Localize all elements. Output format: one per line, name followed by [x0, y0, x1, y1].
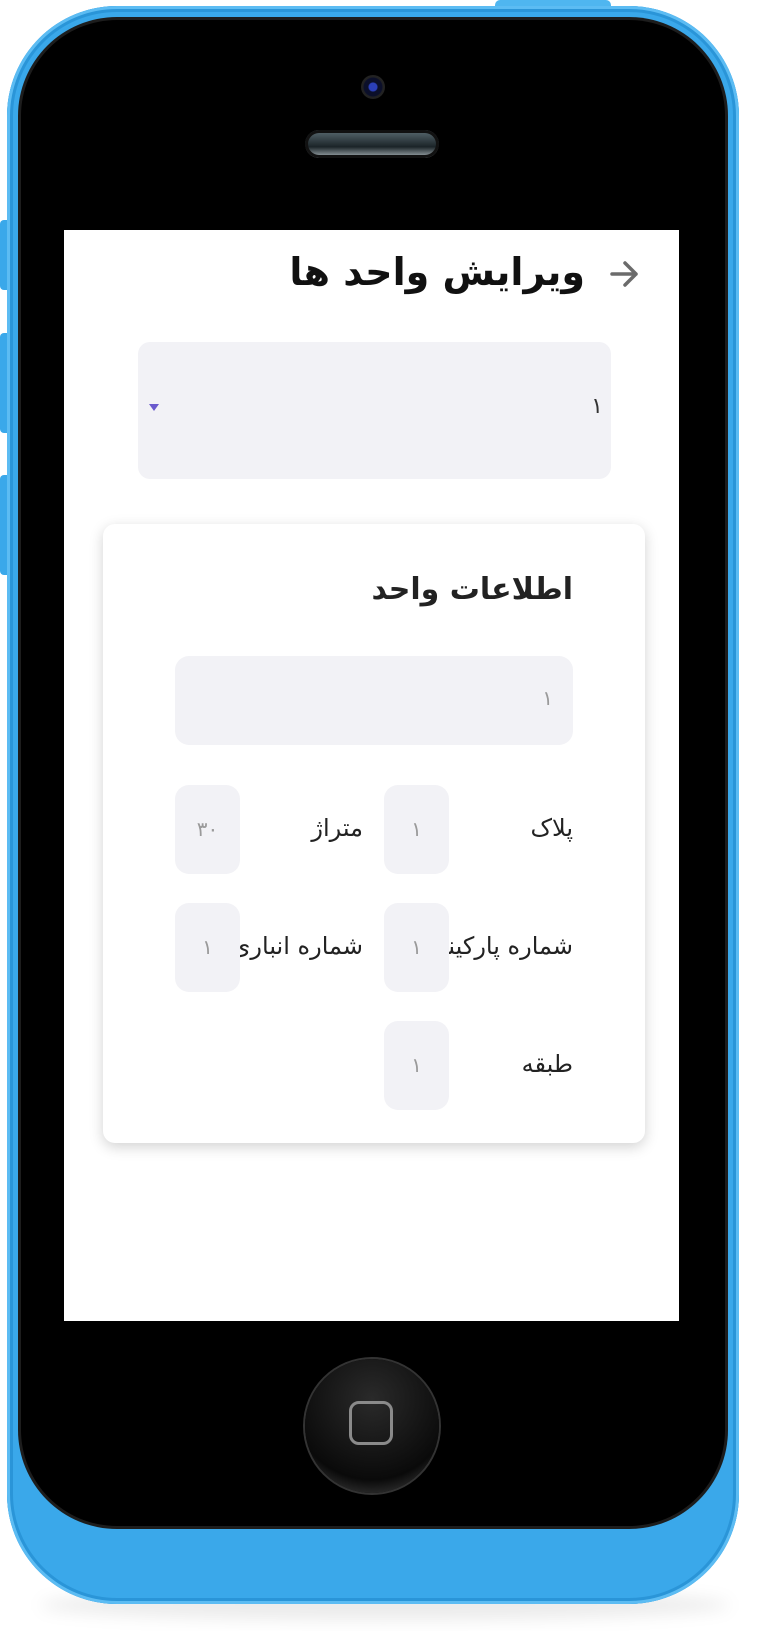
unit-select-value: ۱	[591, 394, 603, 419]
plak-label: پلاک	[530, 814, 573, 842]
tabaghe-input[interactable]: ۱	[384, 1021, 449, 1110]
card-title: اطلاعات واحد	[371, 572, 573, 607]
home-button[interactable]	[305, 1359, 439, 1493]
arrow-right-icon[interactable]	[608, 256, 642, 292]
plak-input[interactable]: ۱	[384, 785, 449, 874]
front-camera	[361, 75, 385, 99]
anbari-input[interactable]: ۱	[175, 903, 240, 992]
unit-info-card: اطلاعات واحد ۱ پلاک ۱ متراژ ۳۰ شماره پار…	[103, 524, 645, 1143]
unit-select[interactable]: ۱	[138, 342, 611, 479]
anbari-label: شماره انباری	[231, 932, 363, 960]
unit-name-input[interactable]: ۱	[175, 656, 573, 745]
unit-name-value: ۱	[542, 686, 553, 710]
metraj-input[interactable]: ۳۰	[175, 785, 240, 874]
parking-input[interactable]: ۱	[384, 903, 449, 992]
metraj-label: متراژ	[311, 814, 363, 842]
earpiece-speaker	[305, 130, 439, 158]
caret-down-icon	[149, 404, 159, 411]
tabaghe-label: طبقه	[521, 1050, 573, 1078]
home-square-icon	[349, 1401, 393, 1445]
page-title: ویرایش واحد ها	[289, 250, 585, 294]
app-screen: ویرایش واحد ها ۱ اطلاعات واحد ۱ پلاک ۱ م…	[64, 230, 679, 1321]
